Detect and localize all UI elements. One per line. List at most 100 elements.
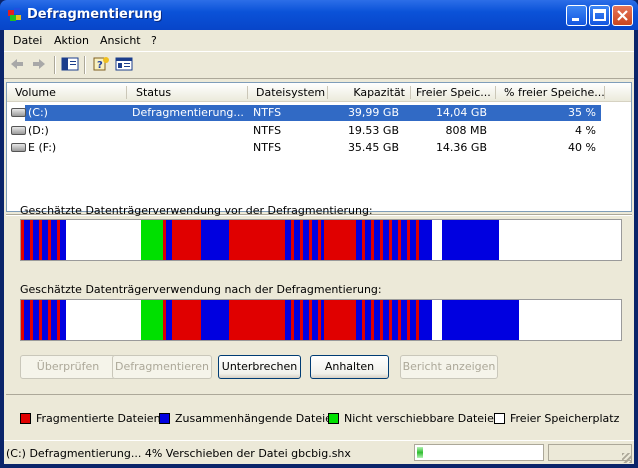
back-arrow-icon[interactable] (8, 56, 26, 72)
toolbar-separator (84, 56, 86, 74)
legend-swatch (159, 413, 170, 424)
disk-cluster-segment (229, 220, 282, 260)
volume-name: (D:) (28, 124, 49, 137)
minimize-icon (572, 18, 579, 21)
volume-free-space: 808 MB (445, 124, 487, 137)
column-free-space[interactable]: Freier Speic... (416, 86, 491, 99)
column-volume[interactable]: Volume (15, 86, 56, 99)
volume-row[interactable]: E (F:) NTFS 35.45 GB 14.36 GB 40 % (7, 140, 631, 156)
disk-cluster-segment (422, 220, 432, 260)
legend-label: Freier Speicherplatz (510, 412, 620, 425)
status-text: (C:) Defragmentierung... 4% Verschieben … (6, 447, 351, 460)
pause-button[interactable]: Unterbrechen (218, 355, 301, 379)
status-bar: (C:) Defragmentierung... 4% Verschieben … (4, 440, 634, 465)
column-separator (327, 86, 328, 99)
selection-highlight (25, 105, 601, 121)
status-pane (548, 444, 632, 461)
before-analysis-label: Geschätzte Datenträgerverwendung vor der… (20, 204, 373, 217)
progress-bar (414, 444, 544, 461)
volume-percent-free: 4 % (575, 124, 596, 137)
after-analysis-label: Geschätzte Datenträgerverwendung nach de… (20, 283, 382, 296)
maximize-button[interactable] (589, 5, 610, 26)
disk-cluster-segment (442, 220, 499, 260)
stop-button[interactable]: Anhalten (310, 355, 389, 379)
menu-ansicht[interactable]: Ansicht (100, 34, 141, 47)
column-status[interactable]: Status (136, 86, 171, 99)
volume-name: (C:) (28, 106, 48, 119)
help-icon[interactable]: ? (92, 56, 110, 72)
legend-label: Zusammenhängende Dateien (175, 412, 339, 425)
volume-row[interactable]: (C:) Defragmentierung... NTFS 39,99 GB 1… (7, 105, 631, 121)
volume-capacity: 35.45 GB (347, 141, 399, 154)
volume-free-space: 14,04 GB (435, 106, 487, 119)
disk-cluster-segment (229, 300, 282, 340)
disk-cluster-segment (442, 300, 519, 340)
hard-drive-icon (11, 143, 26, 152)
disk-cluster-segment (201, 300, 229, 340)
volume-name: E (F:) (28, 141, 57, 154)
before-usage-bar (20, 219, 622, 261)
view-report-button[interactable]: Bericht anzeigen (400, 355, 498, 379)
window-title: Defragmentierung (27, 7, 163, 22)
volume-list[interactable]: Volume Status Dateisystem Kapazität Frei… (6, 82, 632, 212)
volume-percent-free: 40 % (568, 141, 596, 154)
menu-bar: Datei Aktion Ansicht ? (4, 30, 634, 50)
volume-row[interactable]: (D:) NTFS 19.53 GB 808 MB 4 % (7, 123, 631, 139)
disk-cluster-segment (201, 220, 229, 260)
volume-capacity: 39,99 GB (347, 106, 399, 119)
close-button[interactable] (612, 5, 633, 26)
disk-cluster-segment (63, 220, 66, 260)
menu-help[interactable]: ? (151, 34, 157, 47)
disk-cluster-segment (141, 220, 163, 260)
disk-cluster-segment (174, 300, 201, 340)
column-filesystem[interactable]: Dateisystem (256, 86, 325, 99)
column-capacity[interactable]: Kapazität (337, 86, 405, 99)
disk-cluster-segment (324, 220, 353, 260)
show-hide-tree-icon[interactable] (61, 56, 79, 72)
disk-cluster-segment (141, 300, 163, 340)
minimize-button[interactable] (566, 5, 587, 26)
defrag-app-icon (8, 8, 21, 21)
progress-fill (417, 447, 423, 458)
disk-cluster-segment (63, 300, 66, 340)
properties-icon[interactable] (115, 56, 133, 72)
resize-grip-icon[interactable] (622, 453, 632, 463)
legend-swatch (494, 413, 505, 424)
volume-filesystem: NTFS (253, 124, 282, 137)
volume-filesystem: NTFS (253, 106, 282, 119)
legend-label: Nicht verschiebbare Dateien (344, 412, 501, 425)
legend-label: Fragmentierte Dateien (36, 412, 161, 425)
legend-swatch (20, 413, 31, 424)
volume-status: Defragmentierung... (132, 106, 244, 119)
legend-swatch (328, 413, 339, 424)
disk-cluster-segment (174, 220, 201, 260)
toolbar: ? (4, 51, 634, 79)
menu-datei[interactable]: Datei (13, 34, 42, 47)
defragment-button[interactable]: Defragmentieren (112, 355, 212, 379)
check-button[interactable]: Überprüfen (20, 355, 116, 379)
hard-drive-icon (11, 126, 26, 135)
column-separator (495, 86, 496, 99)
maximize-icon (593, 9, 606, 21)
disk-cluster-segment (422, 300, 432, 340)
volume-list-header: Volume Status Dateisystem Kapazität Frei… (7, 83, 631, 102)
svg-text:?: ? (97, 60, 103, 71)
title-bar[interactable]: Defragmentierung (0, 0, 638, 30)
after-usage-bar (20, 299, 622, 341)
disk-cluster-segment (324, 300, 353, 340)
column-separator (247, 86, 248, 99)
column-separator (604, 86, 605, 99)
menu-aktion[interactable]: Aktion (54, 34, 89, 47)
defrag-window: Defragmentierung Datei Aktion Ansicht ? … (0, 0, 638, 468)
column-separator (126, 86, 127, 99)
toolbar-separator (54, 56, 56, 74)
volume-percent-free: 35 % (568, 106, 596, 119)
legend: Fragmentierte Dateien Zusammenhängende D… (6, 394, 632, 435)
volume-free-space: 14.36 GB (435, 141, 487, 154)
hard-drive-icon (11, 108, 26, 117)
forward-arrow-icon[interactable] (30, 56, 48, 72)
column-percent-free[interactable]: % freier Speiche... (504, 86, 605, 99)
client-area: Datei Aktion Ansicht ? ? Volume Status D… (4, 30, 634, 464)
column-separator (410, 86, 411, 99)
close-icon (617, 10, 628, 21)
